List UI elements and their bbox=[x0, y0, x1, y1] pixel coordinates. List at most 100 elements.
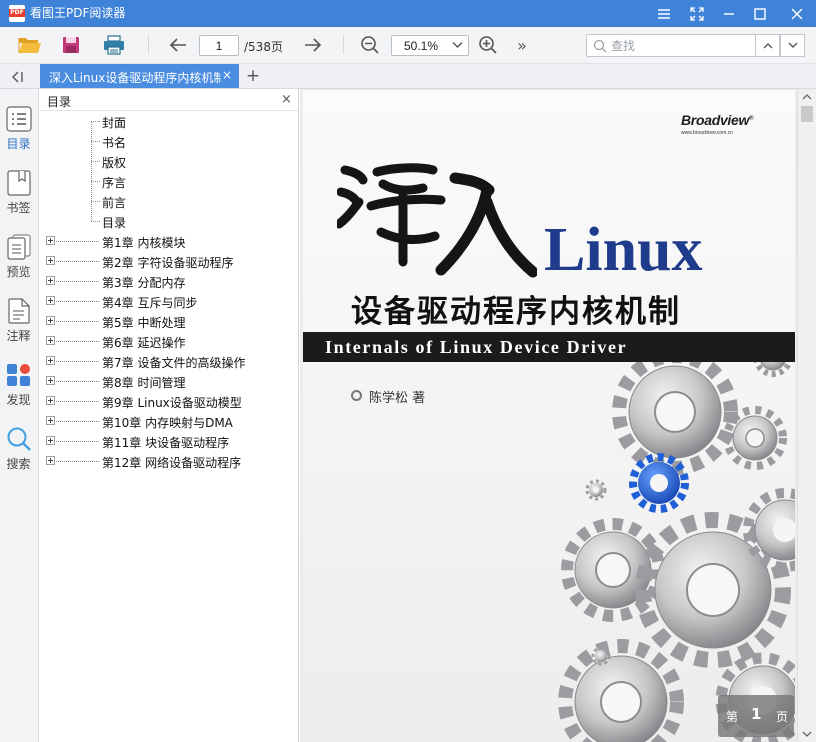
previous-page-button[interactable] bbox=[165, 33, 191, 57]
toolbar-separator bbox=[343, 36, 344, 54]
toc-item-label: 序言 bbox=[102, 176, 127, 190]
annotation-icon bbox=[6, 297, 32, 325]
scroll-up-icon[interactable] bbox=[802, 93, 812, 100]
zoom-select[interactable]: 50.1% bbox=[391, 35, 469, 56]
more-tools-button[interactable]: » bbox=[509, 33, 535, 57]
tree-connector bbox=[56, 441, 99, 442]
rail-item-search[interactable]: 搜索 bbox=[0, 425, 39, 487]
expand-plus-icon[interactable] bbox=[46, 436, 55, 445]
toc-item[interactable]: 第4章 互斥与同步 bbox=[39, 291, 298, 311]
toc-item[interactable]: 第7章 设备文件的高级操作 bbox=[39, 351, 298, 371]
chevron-down-icon bbox=[452, 42, 463, 48]
tree-connector bbox=[56, 281, 99, 282]
new-tab-button[interactable]: + bbox=[244, 66, 262, 86]
toc-item[interactable]: 第3章 分配内存 bbox=[39, 271, 298, 291]
tree-connector bbox=[91, 181, 92, 201]
toc-item[interactable]: 第6章 延迟操作 bbox=[39, 331, 298, 351]
cover-author: 陈学松 著 bbox=[369, 391, 426, 406]
document-viewer[interactable]: Broadview® www.broadview.com.cn 深入 Linux… bbox=[300, 89, 816, 742]
rail-item-toc[interactable]: 目录 bbox=[0, 105, 39, 167]
expand-plus-icon[interactable] bbox=[46, 236, 55, 245]
expand-plus-icon[interactable] bbox=[46, 296, 55, 305]
toc-item[interactable]: 第9章 Linux设备驱动模型 bbox=[39, 391, 298, 411]
tree-connector bbox=[91, 161, 92, 181]
toc-item[interactable]: 书名 bbox=[39, 121, 298, 151]
rail-item-annotations[interactable]: 注释 bbox=[0, 297, 39, 359]
save-button[interactable] bbox=[58, 33, 84, 57]
rail-label: 目录 bbox=[6, 137, 31, 151]
toc-title: 目录 bbox=[47, 95, 72, 109]
toc-item[interactable]: 第5章 中断处理 bbox=[39, 311, 298, 331]
rail-label: 注释 bbox=[6, 329, 31, 343]
toc-item[interactable]: 第12章 网络设备驱动程序 bbox=[39, 451, 298, 471]
toc-item-label: 书名 bbox=[102, 136, 127, 150]
collapse-sidebar-button[interactable] bbox=[7, 68, 29, 85]
toc-item-label: 第11章 块设备驱动程序 bbox=[102, 436, 230, 450]
cover-subtitle: 设备驱动程序内核机制 bbox=[351, 294, 681, 330]
expand-plus-icon[interactable] bbox=[46, 336, 55, 345]
toc-item[interactable]: 目录 bbox=[39, 201, 298, 231]
main-menu-button[interactable] bbox=[647, 0, 681, 27]
toc-close-button[interactable]: × bbox=[281, 92, 292, 107]
expand-plus-icon[interactable] bbox=[46, 376, 55, 385]
toc-item[interactable]: 第10章 内存映射与DMA bbox=[39, 411, 298, 431]
maximize-button[interactable] bbox=[743, 0, 777, 27]
rail-item-preview[interactable]: 预览 bbox=[0, 233, 39, 295]
minimize-button[interactable] bbox=[712, 0, 746, 27]
tree-connector bbox=[91, 201, 92, 221]
printer-icon bbox=[104, 35, 124, 55]
toc-item-label: 第6章 延迟操作 bbox=[102, 336, 186, 350]
expand-plus-icon[interactable] bbox=[46, 456, 55, 465]
open-file-button[interactable] bbox=[17, 33, 43, 57]
fullscreen-button[interactable] bbox=[680, 0, 714, 27]
toc-item[interactable]: 序言 bbox=[39, 161, 298, 191]
scrollbar-thumb[interactable] bbox=[801, 106, 813, 122]
tab-close-button[interactable]: × bbox=[222, 69, 232, 82]
search-previous-button[interactable] bbox=[755, 34, 780, 57]
toc-item[interactable]: 封面 bbox=[39, 111, 298, 131]
toc-item-label: 第2章 字符设备驱动程序 bbox=[102, 256, 234, 270]
close-window-button[interactable] bbox=[780, 0, 814, 27]
toc-item[interactable]: 第11章 块设备驱动程序 bbox=[39, 431, 298, 451]
expand-plus-icon[interactable] bbox=[46, 316, 55, 325]
toc-item[interactable]: 第1章 内核模块 bbox=[39, 231, 298, 251]
expand-plus-icon[interactable] bbox=[46, 356, 55, 365]
toc-item-label: 封面 bbox=[102, 116, 127, 130]
fullscreen-icon bbox=[690, 6, 704, 21]
page-indicator: 第 1 页 bbox=[718, 695, 794, 737]
search-box[interactable] bbox=[586, 34, 756, 57]
tree-connector bbox=[91, 181, 100, 182]
search-input[interactable] bbox=[611, 37, 751, 54]
rail-item-discover[interactable]: 发现 bbox=[0, 361, 39, 423]
scroll-down-icon[interactable] bbox=[802, 731, 812, 738]
next-page-button[interactable] bbox=[300, 33, 326, 57]
expand-plus-icon[interactable] bbox=[46, 256, 55, 265]
tree-connector bbox=[91, 161, 100, 162]
total-pages-label: /538页 bbox=[244, 40, 283, 54]
toc-item[interactable]: 版权 bbox=[39, 141, 298, 171]
maximize-icon bbox=[754, 7, 766, 20]
search-next-button[interactable] bbox=[780, 34, 805, 57]
vertical-scrollbar[interactable] bbox=[797, 89, 816, 742]
toc-item[interactable]: 第2章 字符设备驱动程序 bbox=[39, 251, 298, 271]
expand-plus-icon[interactable] bbox=[46, 396, 55, 405]
zoom-out-button[interactable] bbox=[357, 33, 383, 57]
toolbar-separator bbox=[148, 36, 149, 54]
page-number-input[interactable] bbox=[199, 35, 239, 56]
print-button[interactable] bbox=[101, 33, 127, 57]
rail-item-bookmarks[interactable]: 书签 bbox=[0, 169, 39, 231]
minimize-icon bbox=[724, 12, 734, 15]
expand-plus-icon[interactable] bbox=[46, 416, 55, 425]
arrow-right-icon bbox=[305, 38, 322, 52]
tree-connector bbox=[91, 201, 100, 202]
expand-plus-icon[interactable] bbox=[46, 276, 55, 285]
zoom-in-button[interactable] bbox=[475, 33, 501, 57]
publisher-url: www.broadview.com.cn bbox=[681, 130, 733, 136]
toc-item[interactable]: 第8章 时间管理 bbox=[39, 371, 298, 391]
rail-label: 搜索 bbox=[6, 457, 31, 471]
tab-bar: 深入Linux设备驱动程序内核机制 × + bbox=[0, 64, 816, 89]
zoom-in-icon bbox=[479, 36, 497, 54]
toc-item[interactable]: 前言 bbox=[39, 181, 298, 211]
tab-document[interactable]: 深入Linux设备驱动程序内核机制 × bbox=[40, 64, 239, 88]
cover-title-linux: Linux bbox=[544, 216, 703, 284]
